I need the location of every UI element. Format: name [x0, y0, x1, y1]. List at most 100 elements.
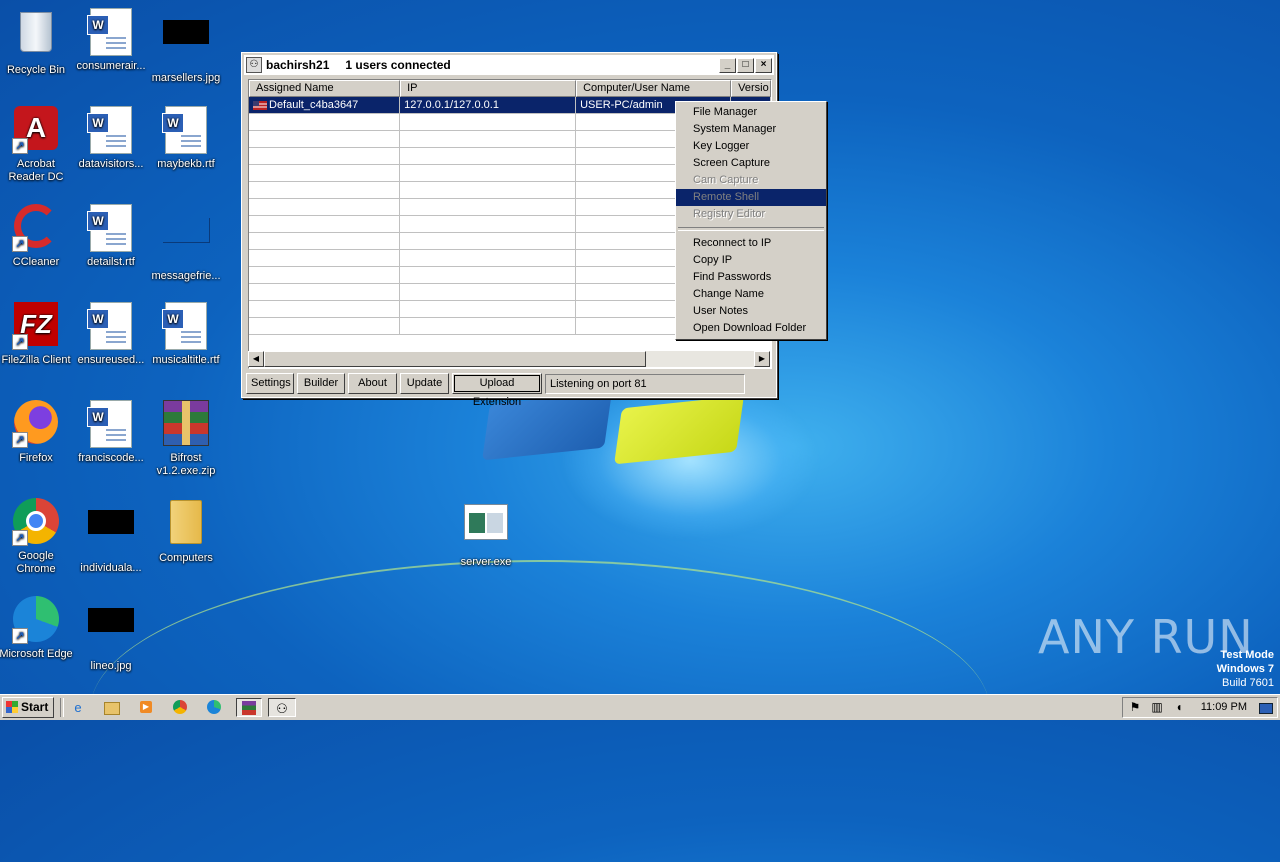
- scroll-thumb[interactable]: [264, 351, 646, 367]
- us-flag-icon: [253, 100, 267, 110]
- menu-item-reconnect-to-ip[interactable]: Reconnect to IP: [676, 235, 826, 252]
- status-bar: Listening on port 81: [545, 373, 745, 394]
- taskbar-separator: [60, 698, 64, 717]
- explorer-icon[interactable]: [102, 698, 122, 717]
- row-assigned-name: Default_c4ba3647: [269, 99, 359, 111]
- desktop-icon-computers-folder[interactable]: Computers: [148, 498, 224, 565]
- menu-item-copy-ip[interactable]: Copy IP: [676, 252, 826, 269]
- desktop-icon-chrome[interactable]: ↗ Google Chrome: [0, 498, 74, 576]
- horizontal-scrollbar[interactable]: ◀ ▶: [248, 351, 770, 367]
- desktop-icon-recycle-bin[interactable]: Recycle Bin: [0, 8, 74, 77]
- window-subtitle: 1 users connected: [345, 58, 451, 72]
- test-mode-text: Test Mode: [1220, 649, 1274, 661]
- rat-app-icon[interactable]: ⚇: [268, 698, 296, 717]
- desktop-icon-server-exe[interactable]: server.exe: [448, 498, 524, 569]
- column-header-ip[interactable]: IP: [400, 80, 577, 97]
- system-tray: ⚑ ▥ ◖ 11:09 PM: [1122, 697, 1278, 718]
- acrobat-icon: A ↗: [12, 106, 60, 154]
- winrar-archive-icon: [162, 400, 210, 448]
- ie-icon[interactable]: e: [68, 698, 88, 717]
- image-thumbnail-icon: [87, 510, 135, 558]
- desktop-icon-acrobat[interactable]: A ↗ Acrobat Reader DC: [0, 106, 74, 184]
- desktop-icon-ensureused[interactable]: W ensureused...: [73, 302, 149, 367]
- shortcut-arrow-icon: ↗: [12, 236, 28, 252]
- menu-item-file-manager[interactable]: File Manager: [676, 104, 826, 121]
- desktop-icon-consumerair[interactable]: W consumerair...: [73, 8, 149, 73]
- scroll-left-icon[interactable]: ◀: [248, 351, 264, 367]
- desktop-icon-edge[interactable]: ↗ Microsoft Edge: [0, 596, 74, 661]
- menu-item-registry-editor[interactable]: Registry Editor: [676, 206, 826, 223]
- bottom-toolbar: Settings Builder About Update Upload Ext…: [246, 373, 745, 408]
- column-header-computer-user[interactable]: Computer/User Name: [576, 80, 732, 97]
- window-title: bachirsh21: [266, 58, 330, 72]
- shortcut-arrow-icon: ↗: [12, 530, 28, 546]
- row-ip: 127.0.0.1/127.0.0.1: [400, 97, 577, 114]
- image-thumbnail-icon: [162, 218, 210, 266]
- desktop-icon-marsellers[interactable]: marsellers.jpg: [148, 8, 224, 85]
- menu-item-find-passwords[interactable]: Find Passwords: [676, 269, 826, 286]
- filezilla-icon: FZ ↗: [12, 302, 60, 350]
- app-icon: ⚇: [246, 57, 262, 73]
- menu-item-open-download-folder[interactable]: Open Download Folder: [676, 320, 826, 337]
- builder-button[interactable]: Builder: [297, 373, 345, 394]
- executable-icon: [462, 504, 510, 552]
- column-header-version[interactable]: Versio: [731, 80, 771, 97]
- menu-item-system-manager[interactable]: System Manager: [676, 121, 826, 138]
- upload-extension-button[interactable]: Upload Extension: [452, 373, 542, 408]
- column-header-assigned-name[interactable]: Assigned Name: [249, 80, 401, 97]
- edge-icon[interactable]: [204, 698, 224, 717]
- edge-icon: ↗: [12, 596, 60, 644]
- menu-item-remote-shell[interactable]: Remote Shell: [676, 189, 826, 206]
- media-player-icon[interactable]: ▶: [136, 698, 156, 717]
- desktop-icon-filezilla[interactable]: FZ ↗ FileZilla Client: [0, 302, 74, 367]
- show-desktop-icon[interactable]: [1259, 698, 1273, 717]
- scroll-right-icon[interactable]: ▶: [754, 351, 770, 367]
- minimize-button[interactable]: _: [719, 57, 736, 73]
- desktop-icon-maybekb[interactable]: W maybekb.rtf: [148, 106, 224, 171]
- shortcut-arrow-icon: ↗: [12, 138, 28, 154]
- word-document-icon: W: [87, 8, 135, 56]
- recycle-bin-icon: [12, 12, 60, 60]
- action-center-flag-icon[interactable]: ⚑: [1127, 698, 1143, 717]
- menu-item-user-notes[interactable]: User Notes: [676, 303, 826, 320]
- network-icon[interactable]: ▥: [1149, 698, 1165, 717]
- desktop-icon-franciscode[interactable]: W franciscode...: [73, 400, 149, 465]
- context-menu: File Manager System Manager Key Logger S…: [675, 101, 827, 340]
- desktop-icon-datavisitors[interactable]: W datavisitors...: [73, 106, 149, 171]
- volume-icon[interactable]: ◖: [1171, 698, 1187, 717]
- word-document-icon: W: [87, 204, 135, 252]
- folder-icon: [162, 500, 210, 548]
- menu-item-screen-capture[interactable]: Screen Capture: [676, 155, 826, 172]
- start-button[interactable]: Start: [2, 697, 54, 718]
- word-document-icon: W: [162, 302, 210, 350]
- shortcut-arrow-icon: ↗: [12, 334, 28, 350]
- word-document-icon: W: [87, 302, 135, 350]
- os-version-text: Windows 7: [1216, 663, 1274, 675]
- menu-item-cam-capture[interactable]: Cam Capture: [676, 172, 826, 189]
- menu-item-key-logger[interactable]: Key Logger: [676, 138, 826, 155]
- desktop-icon-ccleaner[interactable]: ↗ CCleaner: [0, 204, 74, 269]
- desktop-icon-bifrost-zip[interactable]: Bifrost v1.2.exe.zip: [148, 400, 224, 478]
- windows-logo-icon: [6, 701, 18, 713]
- desktop-icon-lineo[interactable]: lineo.jpg: [73, 596, 149, 673]
- window-titlebar[interactable]: ⚇ bachirsh21 1 users connected _ □ ×: [244, 55, 774, 75]
- update-button[interactable]: Update: [400, 373, 449, 394]
- chrome-icon[interactable]: [170, 698, 190, 717]
- menu-item-change-name[interactable]: Change Name: [676, 286, 826, 303]
- settings-button[interactable]: Settings: [246, 373, 294, 394]
- maximize-button[interactable]: □: [737, 57, 754, 73]
- about-button[interactable]: About: [348, 373, 397, 394]
- desktop-icon-messagefrie[interactable]: messagefrie...: [148, 204, 224, 283]
- word-document-icon: W: [87, 106, 135, 154]
- desktop-icon-firefox[interactable]: ↗ Firefox: [0, 400, 74, 465]
- firefox-icon: ↗: [12, 400, 60, 448]
- winrar-icon[interactable]: [236, 698, 262, 717]
- shortcut-arrow-icon: ↗: [12, 432, 28, 448]
- desktop-icon-individuala[interactable]: individuala...: [73, 498, 149, 575]
- image-thumbnail-icon: [87, 608, 135, 656]
- image-thumbnail-icon: [162, 20, 210, 68]
- desktop-icon-detailst[interactable]: W detailst.rtf: [73, 204, 149, 269]
- clock[interactable]: 11:09 PM: [1201, 698, 1247, 717]
- desktop-icon-musicaltitle[interactable]: W musicaltitle.rtf: [148, 302, 224, 367]
- close-button[interactable]: ×: [755, 57, 772, 73]
